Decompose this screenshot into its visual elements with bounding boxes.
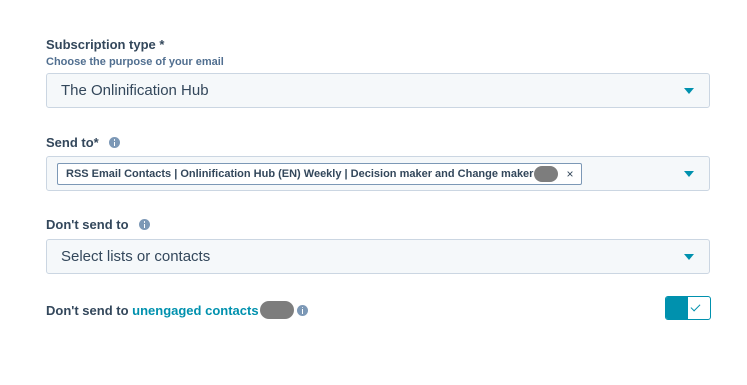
unengaged-toggle[interactable] [665, 296, 711, 320]
redacted-badge [259, 301, 294, 319]
send-to-label: Send to* [46, 135, 99, 150]
unengaged-label-prefix: Don't send to [46, 302, 133, 318]
info-icon[interactable] [108, 137, 120, 148]
redacted-count [534, 165, 559, 182]
info-icon[interactable] [138, 219, 150, 230]
chevron-down-icon [684, 253, 694, 260]
subscription-type-sublabel: Choose the purpose of your email [46, 56, 224, 68]
dont-send-to-label: Don't send to [46, 217, 129, 232]
unengaged-row: Don't send to unengaged contacts [46, 301, 308, 319]
send-to-tag-label: RSS Email Contacts | Onlinification Hub … [66, 167, 534, 180]
subscription-type-value: The Onlinification Hub [61, 82, 209, 99]
dont-send-to-placeholder: Select lists or contacts [61, 248, 211, 265]
chevron-down-icon [684, 87, 694, 94]
check-icon [690, 301, 701, 312]
toggle-handle [666, 297, 688, 319]
info-icon[interactable] [296, 304, 308, 316]
dont-send-to-label-row: Don't send to [46, 217, 150, 232]
send-to-label-row: Send to* [46, 135, 120, 150]
unengaged-contacts-link[interactable]: unengaged contacts [132, 303, 258, 318]
close-icon[interactable]: × [566, 167, 573, 181]
subscription-type-label: Subscription type * [46, 37, 165, 52]
send-to-tag: RSS Email Contacts | Onlinification Hub … [57, 162, 583, 185]
dont-send-to-select[interactable]: Select lists or contacts [46, 239, 710, 274]
send-to-select[interactable]: RSS Email Contacts | Onlinification Hub … [46, 156, 710, 191]
subscription-type-select[interactable]: The Onlinification Hub [46, 73, 710, 108]
chevron-down-icon [684, 170, 694, 177]
